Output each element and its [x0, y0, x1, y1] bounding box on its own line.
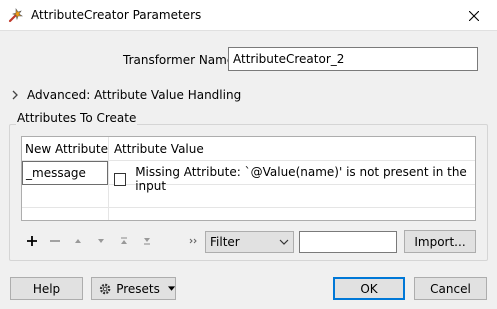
column-header-new-attribute[interactable]: New Attribute — [25, 142, 108, 156]
move-bottom-icon[interactable] — [139, 233, 155, 249]
window-title: AttributeCreator Parameters — [31, 8, 202, 22]
cancel-button[interactable]: Cancel — [414, 277, 487, 300]
transformer-name-label: Transformer Name: — [123, 53, 239, 67]
remove-icon[interactable] — [47, 233, 63, 249]
chevron-right-icon — [12, 90, 18, 100]
move-up-icon[interactable] — [70, 233, 86, 249]
presets-button[interactable]: Presets — [91, 277, 176, 300]
table-row-empty[interactable] — [22, 185, 475, 208]
presets-label: Presets — [116, 281, 160, 296]
close-button[interactable] — [451, 0, 497, 31]
gear-icon — [99, 283, 111, 294]
add-icon[interactable] — [24, 233, 40, 249]
transformer-name-input[interactable] — [228, 47, 478, 71]
move-down-icon[interactable] — [93, 233, 109, 249]
move-top-icon[interactable] — [116, 233, 132, 249]
column-header-attribute-value[interactable]: Attribute Value — [114, 142, 204, 156]
filter-select-value: Filter — [210, 235, 240, 249]
advanced-section-label: Advanced: Attribute Value Handling — [27, 88, 242, 102]
attribute-name-cell[interactable]: _message — [22, 161, 108, 185]
table-row[interactable]: _message Missing Attribute: `@Value(name… — [22, 161, 475, 193]
advanced-section-toggle[interactable]: Advanced: Attribute Value Handling — [9, 88, 241, 102]
fme-transformer-icon — [8, 7, 24, 23]
attributes-table: New Attribute Attribute Value _message M… — [21, 136, 476, 221]
chevron-down-icon — [279, 239, 289, 245]
expand-more-icon[interactable] — [185, 233, 201, 249]
close-icon — [469, 10, 479, 21]
dropdown-arrow-icon — [167, 285, 175, 291]
value-checkbox[interactable] — [114, 172, 127, 186]
ok-button[interactable]: OK — [333, 277, 405, 300]
filter-input[interactable] — [299, 231, 397, 253]
title-bar: AttributeCreator Parameters — [0, 0, 497, 31]
help-button[interactable]: Help — [10, 277, 83, 300]
filter-select[interactable]: Filter — [205, 231, 294, 253]
table-header: New Attribute Attribute Value — [22, 137, 475, 161]
import-button[interactable]: Import... — [404, 230, 476, 253]
attributes-group-title: Attributes To Create — [16, 111, 138, 125]
